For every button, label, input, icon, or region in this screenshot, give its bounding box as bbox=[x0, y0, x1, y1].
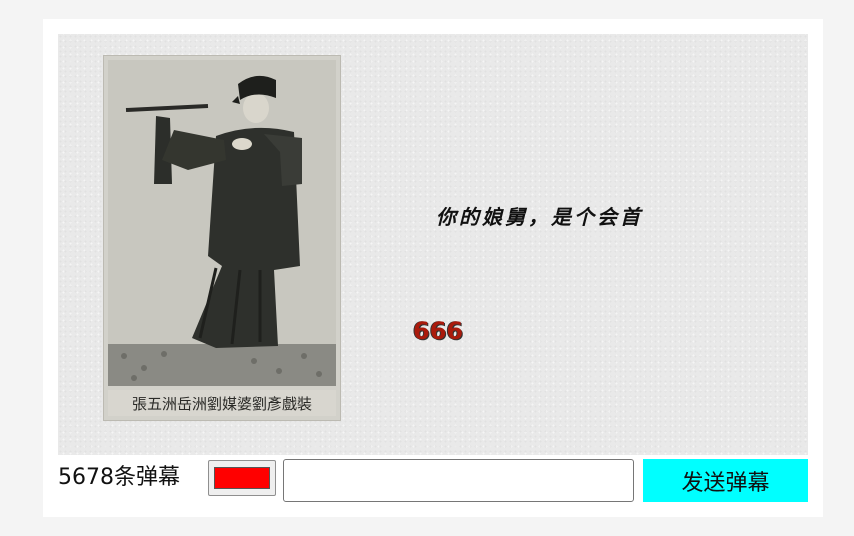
danmaku-comment: 你的娘舅，是个会首 bbox=[436, 205, 643, 229]
color-swatch bbox=[214, 467, 270, 489]
danmaku-input[interactable] bbox=[283, 459, 634, 502]
opera-performer-image: 張五洲岳洲劉媒婆劉彥戲裝 bbox=[104, 56, 340, 420]
danmaku-comment: 666 bbox=[413, 317, 464, 345]
video-frame-photo: 張五洲岳洲劉媒婆劉彥戲裝 bbox=[104, 56, 340, 420]
danmaku-count-label: 5678条弹幕 bbox=[58, 465, 180, 490]
danmaku-stage: 張五洲岳洲劉媒婆劉彥戲裝 你的娘舅，是个会首 666 bbox=[58, 34, 808, 455]
send-danmaku-button[interactable]: 发送弹幕 bbox=[643, 459, 808, 502]
danmaku-player-card: 張五洲岳洲劉媒婆劉彥戲裝 你的娘舅，是个会首 666 5678条弹幕 发送弹幕 bbox=[43, 19, 823, 517]
color-picker-button[interactable] bbox=[208, 460, 276, 496]
photo-caption: 張五洲岳洲劉媒婆劉彥戲裝 bbox=[132, 395, 312, 413]
